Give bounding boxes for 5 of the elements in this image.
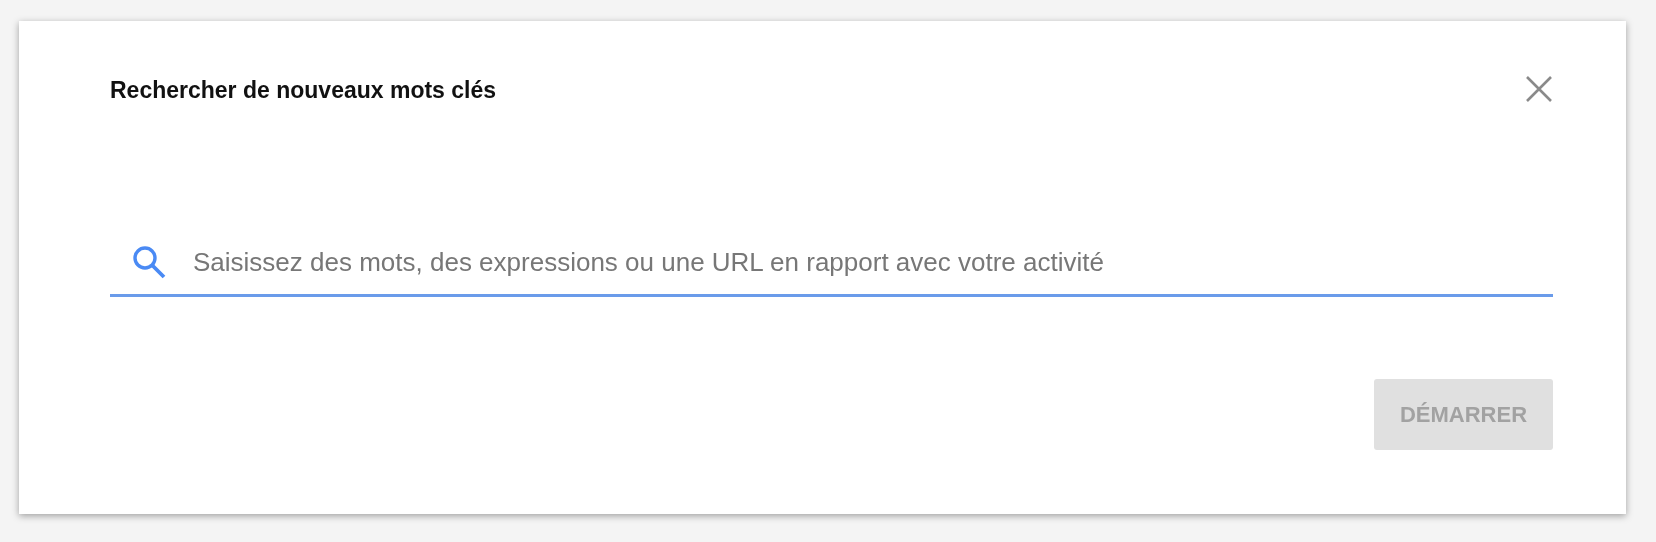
search-icon [131, 244, 167, 280]
dialog-title: Rechercher de nouveaux mots clés [110, 77, 497, 104]
close-button[interactable] [1525, 74, 1553, 103]
close-icon [1525, 74, 1553, 103]
search-field[interactable]: Saisissez des mots, des expressions ou une URL en rapport avec votre activité [193, 246, 1553, 278]
